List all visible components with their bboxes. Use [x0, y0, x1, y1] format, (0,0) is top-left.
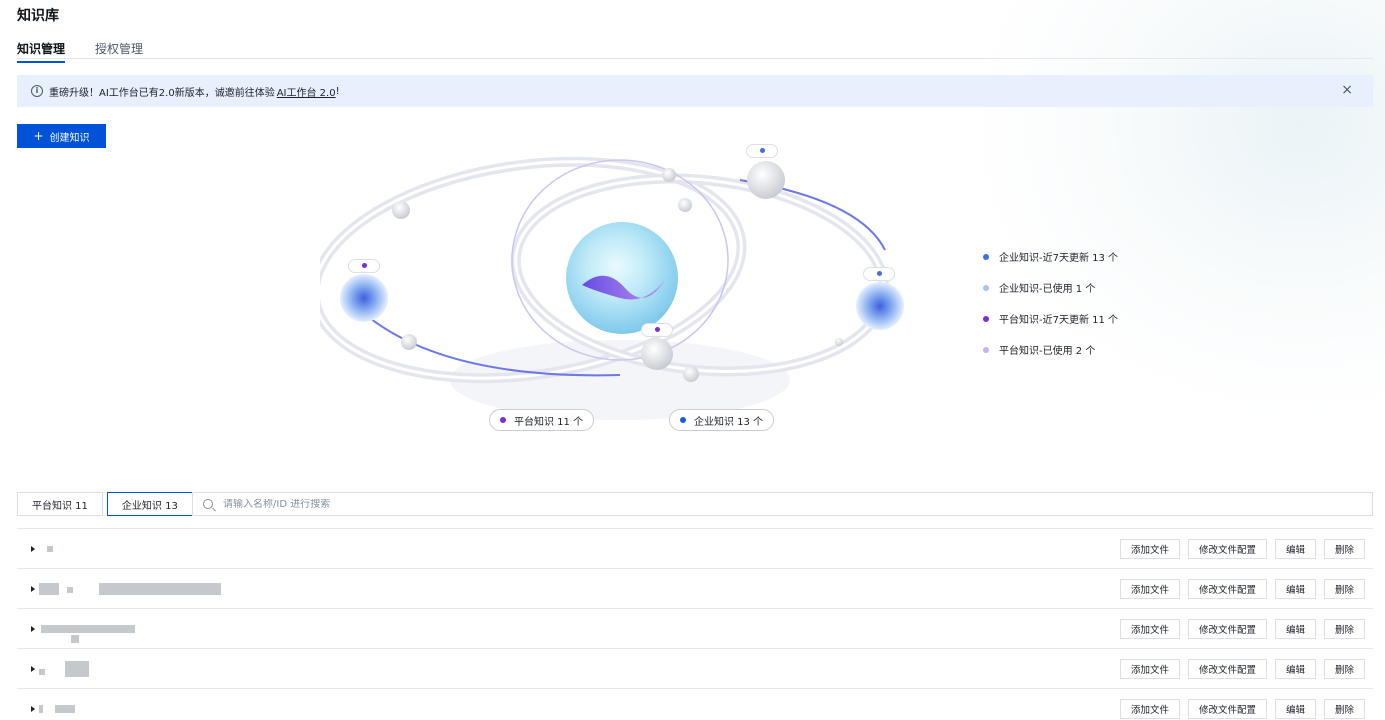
row-actions: 添加文件 修改文件配置 编辑 删除 [1119, 659, 1365, 679]
legend-item: 平台知识-已使用 2 个 [983, 334, 1118, 365]
expand-caret-icon[interactable] [31, 625, 35, 632]
banner-link[interactable]: AI工作台 2.0 [277, 84, 336, 99]
edit-config-button[interactable]: 修改文件配置 [1187, 659, 1267, 679]
orbit-marker-right [863, 267, 895, 281]
redacted-name [99, 583, 211, 595]
legend-dot-icon [983, 284, 989, 291]
redacted-name [67, 587, 73, 593]
info-icon: i [31, 85, 43, 97]
table-row: 添加文件 修改文件配置 编辑 删除 [17, 529, 1373, 569]
legend-dot-icon [983, 315, 989, 322]
legend-label: 平台知识-已使用 2 个 [999, 346, 1096, 357]
redacted-name [207, 583, 221, 595]
orbit-illustration [309, 156, 904, 420]
table-row: 添加文件 修改文件配置 编辑 删除 [17, 689, 1373, 720]
tab-authorization-management[interactable]: 授权管理 [95, 40, 143, 63]
redacted-name [47, 546, 53, 552]
knowledge-type-tabs: 平台知识 11 企业知识 13 [17, 492, 193, 516]
knowledge-orbit-visual: 平台知识 11 个 企业知识 13 个 [309, 130, 940, 460]
legend-label: 平台知识-近7天更新 11 个 [999, 315, 1119, 326]
tab-knowledge-management[interactable]: 知识管理 [17, 40, 66, 63]
plus-icon: + [33, 129, 44, 143]
edit-button[interactable]: 编辑 [1274, 579, 1316, 599]
legend-label: 企业知识-近7天更新 13 个 [999, 253, 1119, 264]
platform-pill-label: 平台知识 11 个 [514, 416, 584, 428]
row-actions: 添加文件 修改文件配置 编辑 删除 [1119, 539, 1365, 559]
top-tabs: 知识管理 授权管理 [17, 40, 143, 63]
legend-dot-icon [983, 253, 989, 260]
tabs-divider [17, 58, 1373, 59]
row-actions: 添加文件 修改文件配置 编辑 删除 [1119, 619, 1365, 639]
redacted-name [41, 625, 135, 633]
legend-item: 企业知识-已使用 1 个 [983, 272, 1118, 303]
table-row: 添加文件 修改文件配置 编辑 删除 [17, 649, 1373, 689]
orbit-marker-left [348, 259, 380, 273]
edit-button[interactable]: 编辑 [1274, 659, 1316, 679]
edit-button[interactable]: 编辑 [1274, 699, 1316, 719]
expand-caret-icon[interactable] [31, 545, 35, 552]
edit-config-button[interactable]: 修改文件配置 [1187, 539, 1267, 559]
expand-caret-icon[interactable] [31, 665, 35, 672]
search-icon [203, 499, 213, 509]
platform-knowledge-pill[interactable]: 平台知识 11 个 [489, 409, 595, 431]
search-input[interactable] [223, 498, 1362, 510]
row-actions: 添加文件 修改文件配置 编辑 删除 [1119, 579, 1365, 599]
row-actions: 添加文件 修改文件配置 编辑 删除 [1119, 699, 1365, 719]
legend-item: 平台知识-近7天更新 11 个 [983, 303, 1118, 334]
delete-button[interactable]: 删除 [1323, 539, 1365, 559]
table-row: 添加文件 修改文件配置 编辑 删除 [17, 569, 1373, 609]
legend-label: 企业知识-已使用 1 个 [999, 284, 1096, 295]
knowledge-table: 添加文件 修改文件配置 编辑 删除 添加文件 修改文件配置 编辑 删除 添加文件… [17, 528, 1373, 720]
enterprise-dot-icon [680, 417, 686, 423]
create-knowledge-button[interactable]: + 创建知识 [17, 124, 106, 148]
edit-config-button[interactable]: 修改文件配置 [1187, 619, 1267, 639]
add-file-button[interactable]: 添加文件 [1119, 539, 1180, 559]
redacted-name [39, 705, 43, 713]
knowledge-legend: 企业知识-近7天更新 13 个 企业知识-已使用 1 个 平台知识-近7天更新 … [983, 241, 1118, 365]
redacted-name [39, 583, 59, 595]
platform-dot-icon [500, 417, 506, 423]
add-file-button[interactable]: 添加文件 [1119, 699, 1180, 719]
tab-enterprise-knowledge[interactable]: 企业知识 13 [106, 492, 193, 516]
add-file-button[interactable]: 添加文件 [1119, 579, 1180, 599]
page-title: 知识库 [17, 8, 59, 24]
redacted-name [65, 661, 89, 677]
orbit-marker-top [746, 144, 778, 158]
delete-button[interactable]: 删除 [1323, 619, 1365, 639]
orbit-marker-bottom [641, 323, 673, 337]
banner-text: 重磅升级！AI工作台已有2.0新版本，诚邀前往体验 [49, 87, 275, 99]
banner-suffix: ! [335, 85, 340, 97]
delete-button[interactable]: 删除 [1323, 659, 1365, 679]
edit-config-button[interactable]: 修改文件配置 [1187, 699, 1267, 719]
legend-item: 企业知识-近7天更新 13 个 [983, 241, 1118, 272]
close-icon[interactable]: × [1341, 83, 1353, 97]
expand-caret-icon[interactable] [31, 585, 35, 592]
redacted-name [71, 635, 79, 643]
enterprise-pill-label: 企业知识 13 个 [694, 416, 764, 428]
upgrade-banner: i 重磅升级！AI工作台已有2.0新版本，诚邀前往体验 AI工作台 2.0 ! … [17, 75, 1373, 107]
redacted-name [39, 669, 45, 675]
create-knowledge-label: 创建知识 [49, 132, 90, 144]
delete-button[interactable]: 删除 [1323, 699, 1365, 719]
search-box [192, 492, 1373, 516]
legend-dot-icon [983, 346, 989, 353]
edit-button[interactable]: 编辑 [1274, 619, 1316, 639]
add-file-button[interactable]: 添加文件 [1119, 659, 1180, 679]
tab-platform-knowledge[interactable]: 平台知识 11 [17, 492, 103, 516]
add-file-button[interactable]: 添加文件 [1119, 619, 1180, 639]
edit-config-button[interactable]: 修改文件配置 [1187, 579, 1267, 599]
redacted-name [55, 705, 75, 713]
table-row: 添加文件 修改文件配置 编辑 删除 [17, 609, 1373, 649]
enterprise-knowledge-pill[interactable]: 企业知识 13 个 [669, 409, 775, 431]
delete-button[interactable]: 删除 [1323, 579, 1365, 599]
edit-button[interactable]: 编辑 [1274, 539, 1316, 559]
expand-caret-icon[interactable] [31, 705, 35, 712]
